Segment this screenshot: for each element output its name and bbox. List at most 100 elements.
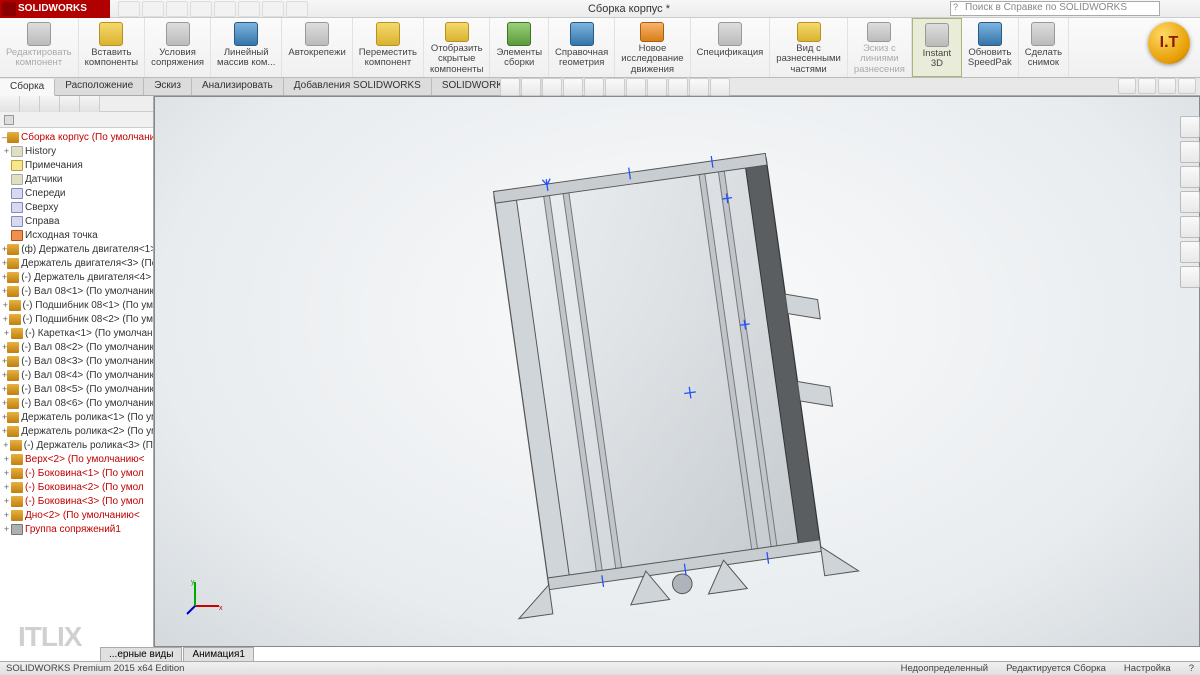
tree-item[interactable]: +Держатель ролика<2> (По ум [2,424,153,438]
tp-view-icon[interactable] [1180,191,1200,213]
expand-icon[interactable]: + [2,300,9,310]
expand-icon[interactable]: + [2,328,11,338]
tp-library-icon[interactable] [1180,141,1200,163]
tree-item[interactable]: +(-) Вал 08<1> (По умолчаник [2,284,153,298]
tree-item[interactable]: +(-) Держатель ролика<3> (П [2,438,153,452]
tree-item[interactable]: Исходная точка [2,228,153,242]
tree-item[interactable]: +Дно<2> (По умолчанию< [2,508,153,522]
display-style-icon[interactable] [605,78,625,96]
tree-item[interactable]: +(-) Вал 08<3> (По умолчаник [2,354,153,368]
help-search-input[interactable]: Поиск в Справке по SOLIDWORKS [950,1,1160,16]
tree-item[interactable]: +(-) Подшибник 08<1> (По ум [2,298,153,312]
expand-icon[interactable]: + [2,314,9,324]
qa-select-icon[interactable] [238,1,260,17]
expand-icon[interactable]: + [2,440,10,450]
qa-open-icon[interactable] [142,1,164,17]
ribbon-btn-10[interactable]: Спецификация [691,18,771,77]
ribbon-btn-9[interactable]: Новое исследование движения [615,18,690,77]
ribbon-btn-5[interactable]: Переместить компонент [353,18,424,77]
tree-item[interactable]: +(-) Вал 08<2> (По умолчаник [2,340,153,354]
ribbon-btn-3[interactable]: Линейный массив ком... [211,18,282,77]
tree-item[interactable]: +(-) Боковина<1> (По умол [2,466,153,480]
expand-icon[interactable]: + [2,496,11,506]
view-settings-icon[interactable] [689,78,709,96]
tp-explorer-icon[interactable] [1180,166,1200,188]
property-tab-icon[interactable] [20,96,40,112]
ribbon-btn-12[interactable]: Эскиз с линиями разнесения [848,18,912,77]
tree-filter[interactable] [0,112,153,128]
qa-options-icon[interactable] [286,1,308,17]
display-tab-icon[interactable] [80,96,100,112]
tree-item[interactable]: +(-) Боковина<3> (По умол [2,494,153,508]
win-restore-icon[interactable] [1138,78,1156,94]
ribbon-btn-6[interactable]: Отобразить скрытые компоненты [424,18,490,77]
tree-item[interactable]: +(-) Каретка<1> (По умолчан [2,326,153,340]
dimx-tab-icon[interactable] [60,96,80,112]
tree-item[interactable]: +History [2,144,153,158]
tree-item[interactable]: +(ф) Держатель двигателя<1> [2,242,153,256]
ribbon-btn-14[interactable]: Обновить SpeedPak [962,18,1019,77]
scene-icon[interactable] [668,78,688,96]
tree-item[interactable]: Примечания [2,158,153,172]
prev-view-icon[interactable] [542,78,562,96]
tp-properties-icon[interactable] [1180,241,1200,263]
tree-item[interactable]: +(-) Вал 08<5> (По умолчаник [2,382,153,396]
ribbon-btn-8[interactable]: Справочная геометрия [549,18,615,77]
qa-print-icon[interactable] [190,1,212,17]
ribbon-btn-0[interactable]: Редактировать компонент [0,18,79,77]
ribbon-btn-1[interactable]: Вставить компоненты [79,18,145,77]
tree-item[interactable]: +(-) Боковина<2> (По умол [2,480,153,494]
config-tab-icon[interactable] [40,96,60,112]
zoom-area-icon[interactable] [521,78,541,96]
status-custom[interactable]: Настройка [1124,663,1171,674]
expand-icon[interactable]: + [2,510,11,520]
tree-item[interactable]: +Держатель двигателя<3> (По [2,256,153,270]
ribbon-btn-11[interactable]: Вид с разнесенными частями [770,18,848,77]
tree-item[interactable]: +(-) Подшибник 08<2> (По ум [2,312,153,326]
tree-item[interactable]: Спереди [2,186,153,200]
tree-item[interactable]: Сверху [2,200,153,214]
graphics-viewport[interactable]: x y [154,96,1200,647]
tree-item[interactable]: Датчики [2,172,153,186]
zoom-fit-icon[interactable] [500,78,520,96]
tab-Добавления SOLIDWORKS[interactable]: Добавления SOLIDWORKS [284,78,432,95]
win-min-icon[interactable] [1118,78,1136,94]
tree-item[interactable]: +Верх<2> (По умолчанию< [2,452,153,466]
win-close-icon[interactable] [1178,78,1196,94]
qa-rebuild-icon[interactable] [262,1,284,17]
fm-tree-tab-icon[interactable] [0,96,20,112]
ribbon-btn-15[interactable]: Сделать снимок [1019,18,1069,77]
expand-icon[interactable]: + [2,146,11,156]
expand-icon[interactable]: + [2,454,11,464]
appearance-icon[interactable] [647,78,667,96]
expand-icon[interactable]: + [2,524,11,534]
render-icon[interactable] [710,78,730,96]
tp-resources-icon[interactable] [1180,116,1200,138]
tree-item[interactable]: +(-) Вал 08<4> (По умолчаник [2,368,153,382]
hide-show-icon[interactable] [626,78,646,96]
tree-item[interactable]: –Сборка корпус (По умолчани [2,130,153,144]
expand-icon[interactable]: + [2,468,11,478]
tp-forum-icon[interactable] [1180,266,1200,288]
ribbon-btn-2[interactable]: Условия сопряжения [145,18,211,77]
tab-Анализировать[interactable]: Анализировать [192,78,284,95]
expand-icon[interactable]: + [2,482,11,492]
tab-Сборка[interactable]: Сборка [0,79,55,96]
tree-item[interactable]: Справа [2,214,153,228]
ribbon-btn-13[interactable]: Instant 3D [912,18,962,77]
tree-item[interactable]: +Держатель ролика<1> (По ум [2,410,153,424]
tree-item[interactable]: +(-) Держатель двигателя<4> ( [2,270,153,284]
tree-item[interactable]: +(-) Вал 08<6> (По умолчаник [2,396,153,410]
tree-item[interactable]: +Группа сопряжений1 [2,522,153,536]
qa-new-icon[interactable] [118,1,140,17]
tp-appearance-icon[interactable] [1180,216,1200,238]
ribbon-btn-4[interactable]: Автокрепежи [282,18,352,77]
ribbon-btn-7[interactable]: Элементы сборки [490,18,549,77]
view-orient-icon[interactable] [584,78,604,96]
qa-save-icon[interactable] [166,1,188,17]
section-view-icon[interactable] [563,78,583,96]
tab-Эскиз[interactable]: Эскиз [144,78,192,95]
tab-Расположение[interactable]: Расположение [55,78,144,95]
qa-undo-icon[interactable] [214,1,236,17]
win-max-icon[interactable] [1158,78,1176,94]
